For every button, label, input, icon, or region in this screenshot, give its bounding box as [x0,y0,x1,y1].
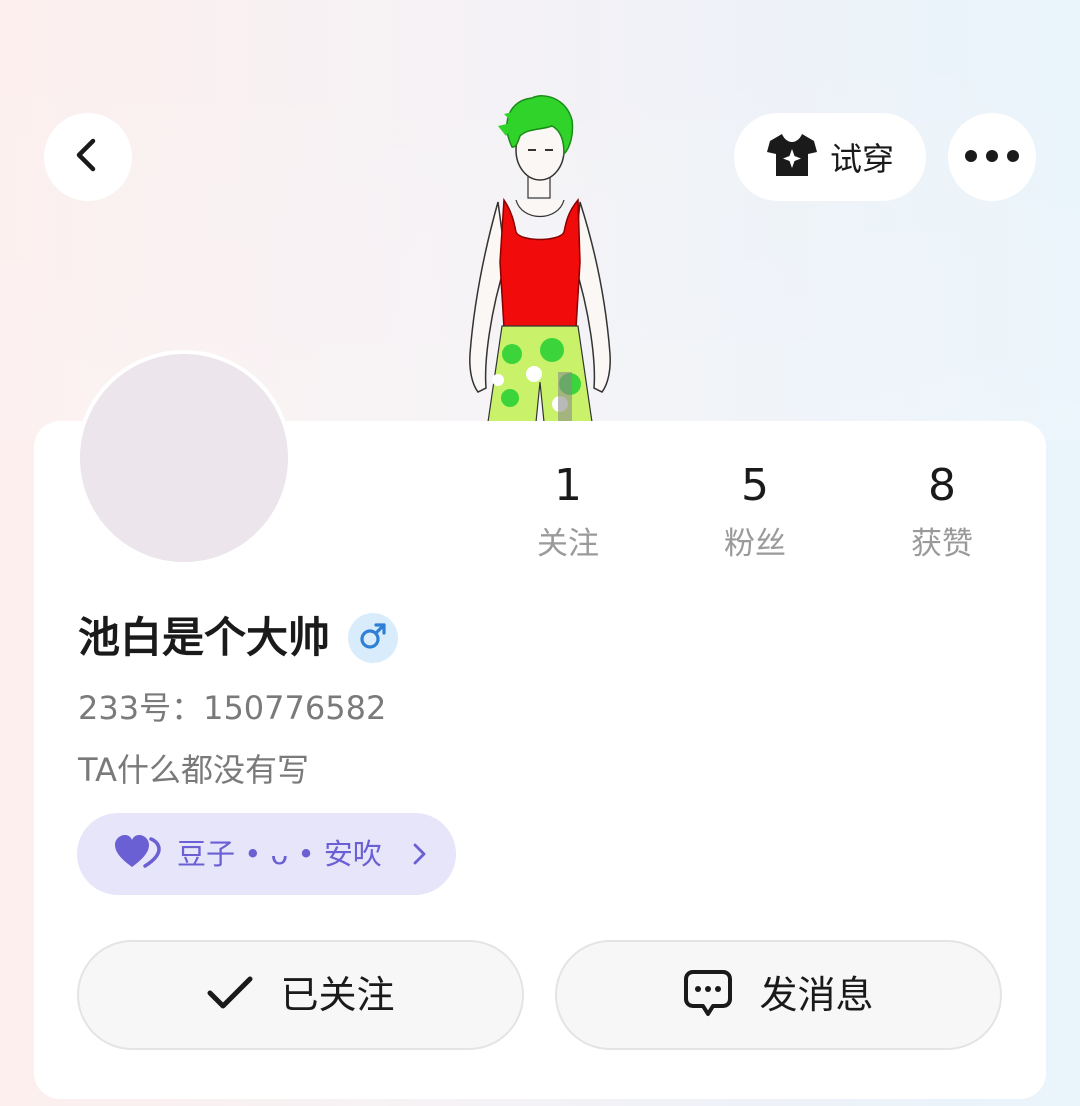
avatar[interactable] [76,350,292,566]
back-button[interactable] [44,113,132,201]
more-horizontal-icon [964,148,1020,167]
send-message-label: 发消息 [759,973,874,1017]
stat-following-value: 1 [554,460,582,511]
stat-likes-label: 获赞 [911,526,973,562]
user-id: 233号：150776582 [78,689,387,727]
send-message-button[interactable]: 发消息 [555,940,1002,1050]
more-button[interactable] [948,113,1036,201]
username: 池白是个大帅 [78,613,331,662]
stat-fans-label: 粉丝 [724,526,786,562]
followed-label: 已关注 [280,973,395,1017]
bio: TA什么都没有写 [78,751,309,789]
checkmark-icon [206,975,254,1015]
tshirt-sparkle-icon [766,132,818,182]
followed-button[interactable]: 已关注 [77,940,524,1050]
stat-likes[interactable]: 8 获赞 [872,460,1012,564]
relationship-chip[interactable]: 豆子 • ᴗ • 安吹 [77,813,456,895]
stat-fans[interactable]: 5 粉丝 [685,460,825,564]
chevron-right-icon [410,841,428,867]
try-on-button[interactable]: 试穿 [734,113,926,201]
chevron-left-icon [68,135,108,179]
relationship-label: 豆子 • ᴗ • 安吹 [177,837,382,871]
stat-fans-value: 5 [741,460,769,511]
double-heart-icon [115,835,161,873]
stat-following-label: 关注 [537,526,599,562]
chat-bubble-icon [683,968,733,1022]
try-on-label: 试穿 [829,140,894,178]
stat-following[interactable]: 1 关注 [498,460,638,564]
username-row: 池白是个大帅 [78,608,399,668]
stat-likes-value: 8 [928,460,956,511]
gender-badge [348,613,399,663]
male-icon [358,621,388,655]
avatar-3d-figure[interactable] [440,92,640,423]
